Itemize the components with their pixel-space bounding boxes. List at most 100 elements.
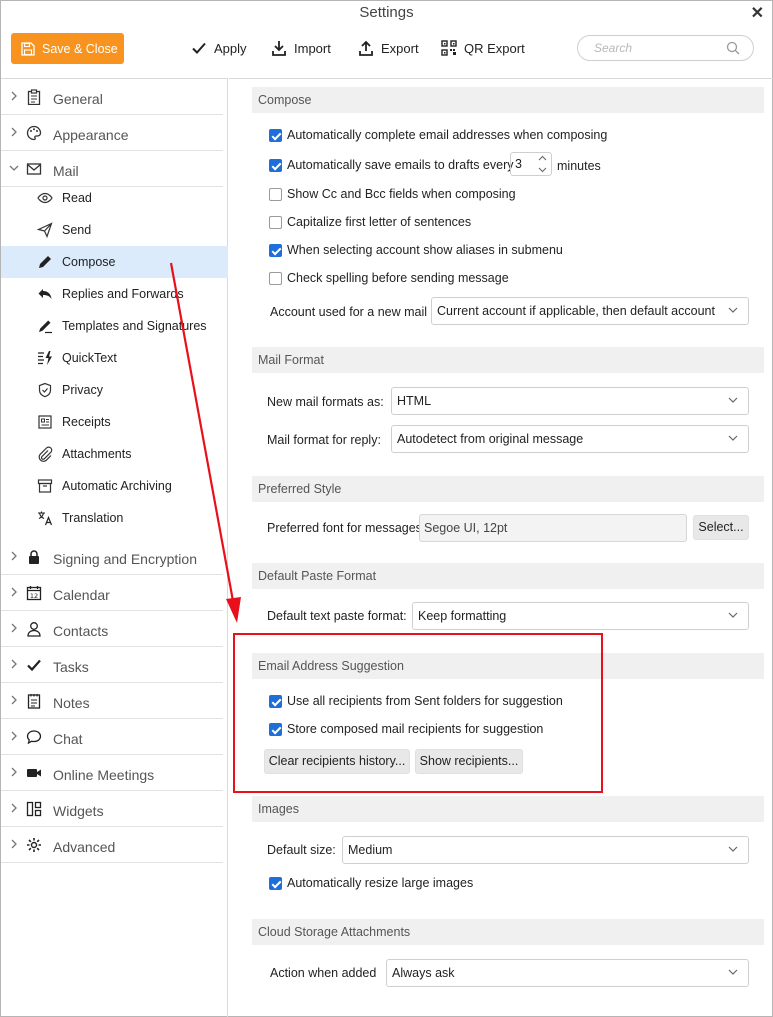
auto-resize-row[interactable]: Automatically resize large images [269,874,473,892]
sidebar-item-contacts[interactable]: Contacts [1,611,223,647]
auto-complete-checkbox[interactable] [269,128,282,142]
sidebar-item-label: Widgets [53,803,104,819]
reply-icon [38,289,52,299]
show-cc-bcc-row[interactable]: Show Cc and Bcc fields when composing [269,185,516,203]
sidebar-item-privacy[interactable]: Privacy [1,374,228,406]
chevron-down-icon[interactable] [9,162,19,174]
sidebar-item-tasks[interactable]: Tasks [1,647,223,683]
stepper-value: 3 [515,157,522,171]
chevron-right-icon[interactable] [9,126,19,138]
auto-complete-row[interactable]: Automatically complete email addresses w… [269,126,607,144]
account-select-value: Current account if applicable, then defa… [437,304,715,318]
aliases-checkbox[interactable] [269,243,282,257]
import-button[interactable]: Import [271,40,331,56]
account-label: Account used for a new mail [270,305,428,319]
sidebar-item-receipts[interactable]: Receipts [1,406,228,438]
calendar-icon: 12 [26,586,42,601]
chevron-right-icon[interactable] [9,730,19,742]
sidebar-item-send[interactable]: Send [1,214,228,246]
chevron-right-icon[interactable] [9,90,19,102]
sidebar-item-signing-encryption[interactable]: Signing and Encryption [1,539,223,575]
aliases-row[interactable]: When selecting account show aliases in s… [269,241,563,259]
sidebar-item-compose[interactable]: Compose [1,246,228,278]
sidebar-item-label: Notes [53,695,90,711]
sidebar-item-read[interactable]: Read [1,182,228,214]
account-select[interactable]: Current account if applicable, then defa… [431,297,749,325]
qr-export-button[interactable]: QR Export [441,40,525,56]
checkmark-icon [27,659,41,672]
chevron-up-icon[interactable] [538,155,547,161]
sidebar-item-label: Mail [53,163,79,179]
spelling-label: Check spelling before sending message [287,271,509,285]
sidebar-item-widgets[interactable]: Widgets [1,791,223,827]
archive-icon [37,479,53,493]
sidebar-item-label: Signing and Encryption [53,551,197,567]
minutes-label: minutes [557,159,601,173]
section-header-preferred-style: Preferred Style [252,476,764,502]
capitalize-row[interactable]: Capitalize first letter of sentences [269,213,471,231]
capitalize-checkbox[interactable] [269,215,282,229]
export-button[interactable]: Export [358,40,419,56]
settings-content: Compose Automatically complete email add… [229,78,773,1017]
save-close-button[interactable]: Save & Close [11,33,124,64]
chevron-right-icon[interactable] [9,838,19,850]
export-label: Export [381,40,419,56]
search-input[interactable] [594,41,724,55]
chevron-right-icon[interactable] [9,766,19,778]
chevron-right-icon[interactable] [9,622,19,634]
action-when-added-label: Action when added [270,966,377,980]
sidebar-item-calendar[interactable]: 12 Calendar [1,575,223,611]
chevron-right-icon[interactable] [9,586,19,598]
sidebar-item-chat[interactable]: Chat [1,719,223,755]
qr-code-icon [441,40,457,56]
sidebar-item-label: Privacy [62,383,103,397]
preferred-font-field[interactable]: Segoe UI, 12pt [419,514,687,542]
chevron-down-icon [728,612,738,618]
sidebar-item-attachments[interactable]: Attachments [1,438,228,470]
chevron-right-icon[interactable] [9,550,19,562]
sidebar-item-label: Templates and Signatures [62,319,207,333]
sidebar-item-replies-forwards[interactable]: Replies and Forwards [1,278,228,310]
settings-sidebar: General Appearance Mail Read Send Compos… [1,78,228,1017]
sidebar-item-automatic-archiving[interactable]: Automatic Archiving [1,470,228,502]
toolbar: Save & Close Apply Import Export QR Expo… [1,31,772,67]
auto-resize-checkbox[interactable] [269,876,282,890]
action-when-added-value: Always ask [392,966,455,980]
chat-bubble-icon [26,730,42,745]
sidebar-item-quicktext[interactable]: QuickText [1,342,228,374]
sidebar-item-general[interactable]: General [1,79,223,115]
reply-format-value: Autodetect from original message [397,432,584,446]
sidebar-item-templates-signatures[interactable]: Templates and Signatures [1,310,228,342]
close-icon[interactable]: ✕ [751,3,764,23]
apply-label: Apply [214,40,247,56]
chevron-right-icon[interactable] [9,802,19,814]
paste-format-select[interactable]: Keep formatting [412,602,749,630]
auto-save-label: Automatically save emails to drafts ever… [287,158,514,172]
sidebar-item-appearance[interactable]: Appearance [1,115,223,151]
default-size-select[interactable]: Medium [342,836,749,864]
new-mail-format-select[interactable]: HTML [391,387,749,415]
select-font-button[interactable]: Select... [693,515,749,540]
import-icon [272,41,286,56]
sidebar-item-notes[interactable]: Notes [1,683,223,719]
auto-save-row[interactable]: Automatically save emails to drafts ever… [269,156,513,174]
chevron-right-icon[interactable] [9,694,19,706]
reply-format-select[interactable]: Autodetect from original message [391,425,749,453]
search-icon[interactable] [726,41,740,55]
section-header-images: Images [252,796,764,822]
sidebar-item-online-meetings[interactable]: Online Meetings [1,755,223,791]
palette-icon [26,125,42,141]
action-when-added-select[interactable]: Always ask [386,959,749,987]
sidebar-item-advanced[interactable]: Advanced [1,827,223,863]
reply-format-label: Mail format for reply: [267,433,381,447]
default-size-label: Default size: [267,843,336,857]
sidebar-item-translation[interactable]: Translation [1,502,228,534]
apply-button[interactable]: Apply [191,40,247,56]
auto-save-checkbox[interactable] [269,158,282,172]
spelling-checkbox[interactable] [269,271,282,285]
chevron-right-icon[interactable] [9,658,19,670]
chevron-down-icon[interactable] [538,167,547,173]
spelling-row[interactable]: Check spelling before sending message [269,269,509,287]
show-cc-bcc-checkbox[interactable] [269,187,282,201]
auto-save-minutes-stepper[interactable]: 3 [510,152,552,176]
